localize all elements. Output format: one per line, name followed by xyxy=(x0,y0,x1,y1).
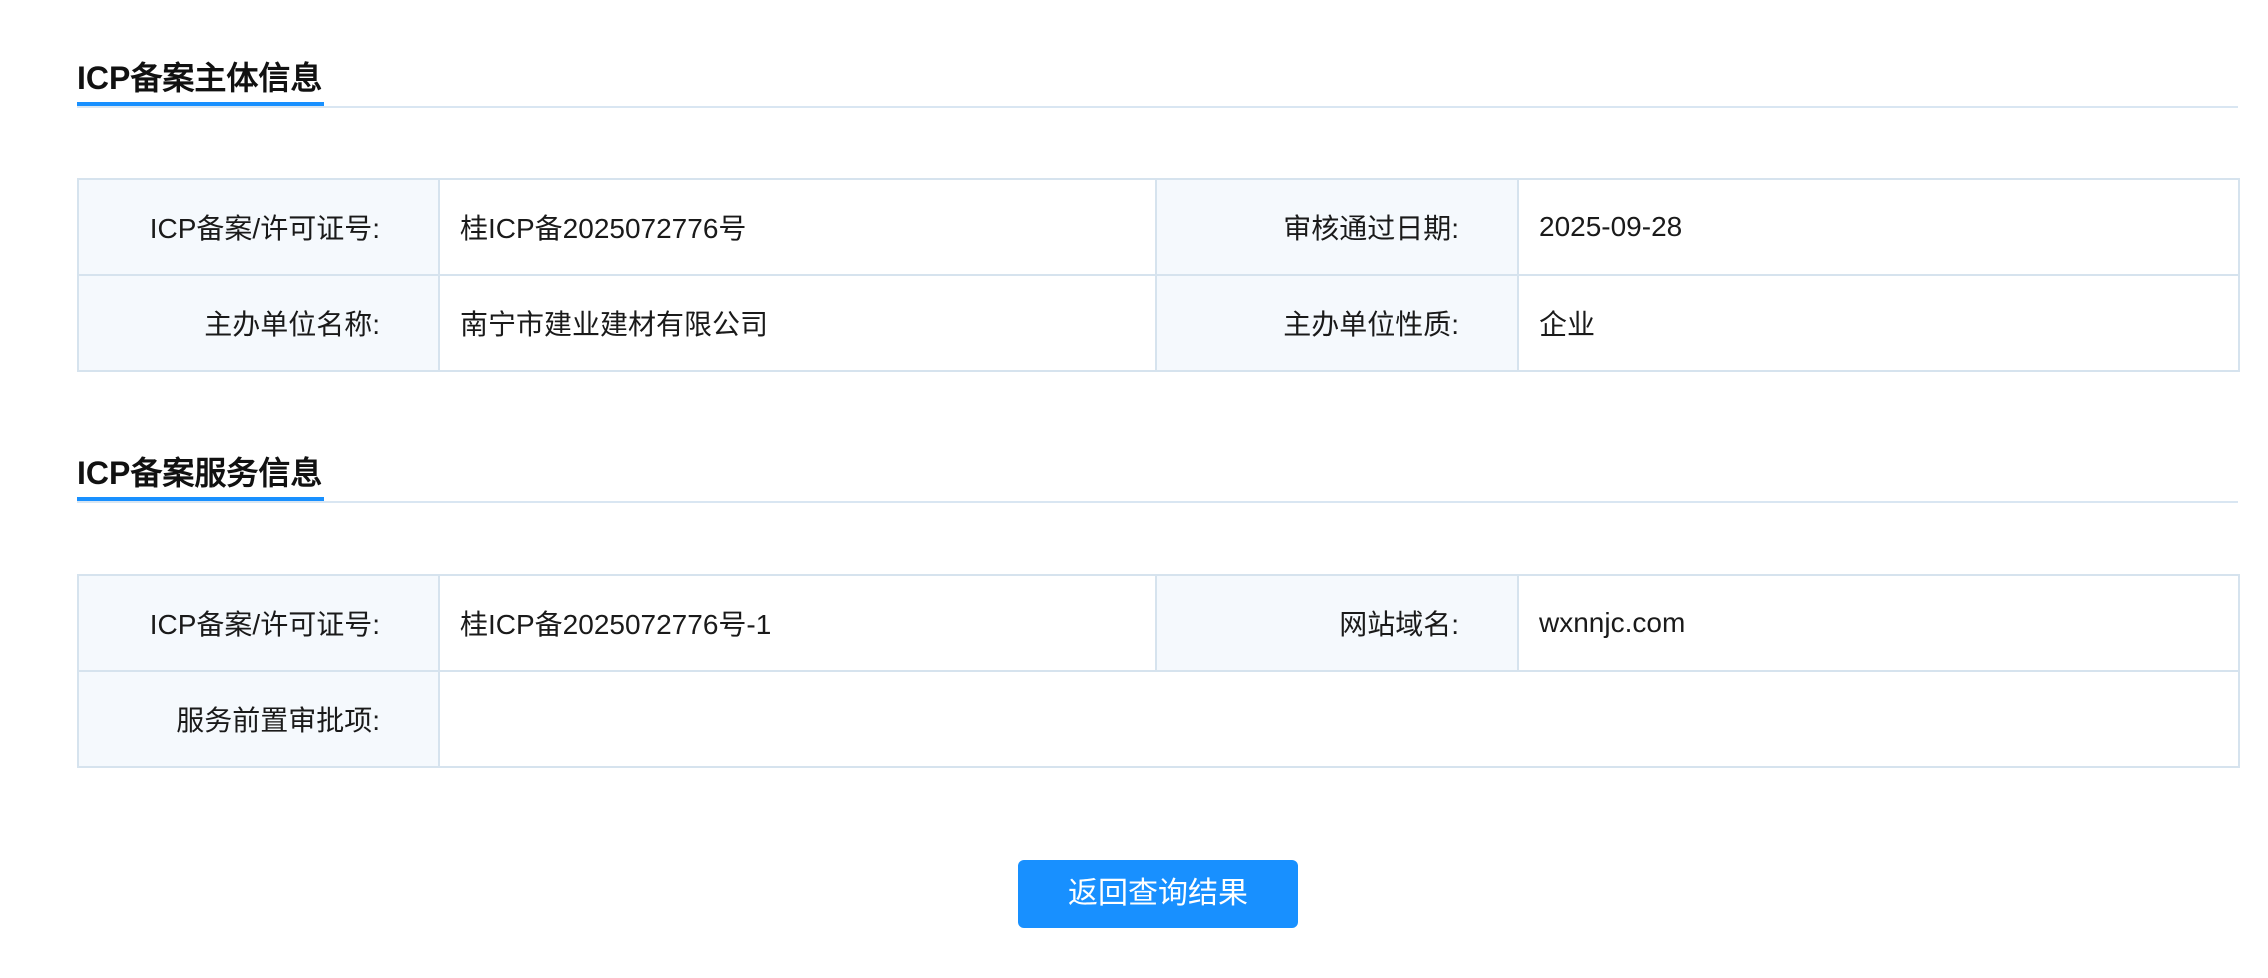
subject-info-table: ICP备案/许可证号: 桂ICP备2025072776号 审核通过日期: 202… xyxy=(77,178,2240,372)
organizer-type-label: 主办单位性质: xyxy=(1155,274,1519,372)
subject-section-header: ICP备案主体信息 xyxy=(77,55,2238,108)
table-row: ICP备案/许可证号: 桂ICP备2025072776号-1 网站域名: wxn… xyxy=(77,574,2240,672)
domain-label: 网站域名: xyxy=(1155,574,1519,672)
subject-section-title: ICP备案主体信息 xyxy=(77,55,325,106)
pre-approval-label: 服务前置审批项: xyxy=(77,670,440,768)
table-row: 主办单位名称: 南宁市建业建材有限公司 主办单位性质: 企业 xyxy=(77,274,2240,372)
license-number-label: ICP备案/许可证号: xyxy=(77,178,440,276)
table-row: ICP备案/许可证号: 桂ICP备2025072776号 审核通过日期: 202… xyxy=(77,178,2240,276)
pre-approval-value xyxy=(438,670,2240,768)
service-section-title: ICP备案服务信息 xyxy=(77,450,325,501)
service-license-value: 桂ICP备2025072776号-1 xyxy=(438,574,1157,672)
organizer-name-value: 南宁市建业建材有限公司 xyxy=(438,274,1157,372)
table-row: 服务前置审批项: xyxy=(77,670,2240,768)
service-section-header: ICP备案服务信息 xyxy=(77,450,2238,503)
approval-date-label: 审核通过日期: xyxy=(1155,178,1519,276)
back-to-results-button[interactable]: 返回查询结果 xyxy=(1018,860,1298,928)
license-number-value: 桂ICP备2025072776号 xyxy=(438,178,1157,276)
organizer-type-value: 企业 xyxy=(1517,274,2240,372)
service-license-label: ICP备案/许可证号: xyxy=(77,574,440,672)
domain-value: wxnnjc.com xyxy=(1517,574,2240,672)
service-info-table: ICP备案/许可证号: 桂ICP备2025072776号-1 网站域名: wxn… xyxy=(77,574,2240,768)
approval-date-value: 2025-09-28 xyxy=(1517,178,2240,276)
organizer-name-label: 主办单位名称: xyxy=(77,274,440,372)
